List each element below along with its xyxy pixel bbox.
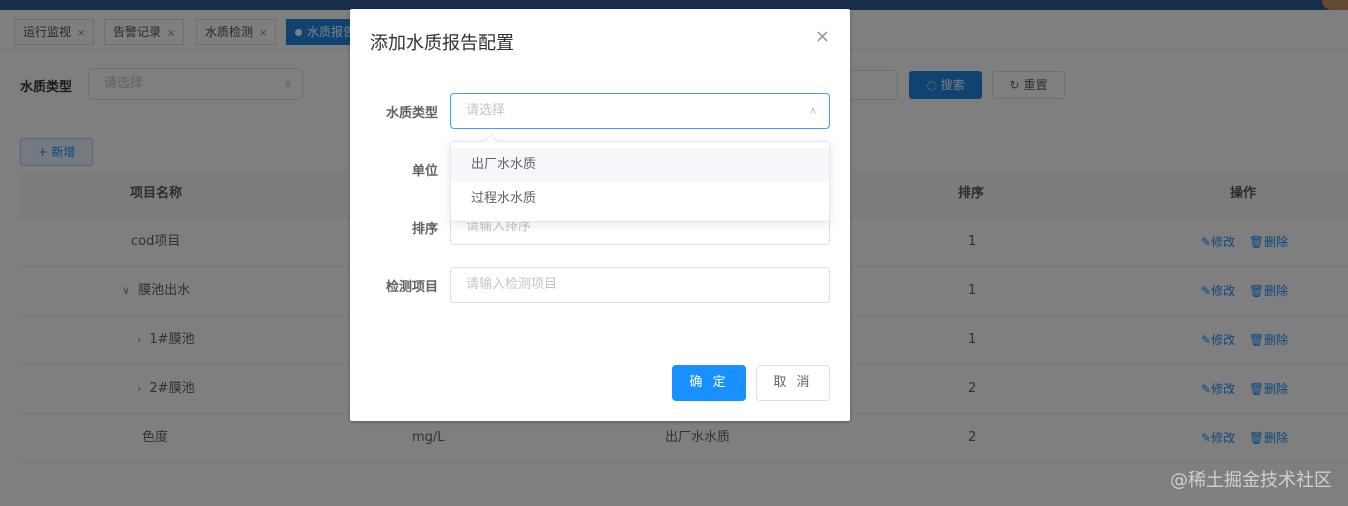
unit-field-label: 单位 xyxy=(411,164,438,179)
select-placeholder: 请选择 xyxy=(466,103,506,118)
order-field-label: 排序 xyxy=(411,222,438,237)
item-input[interactable]: 请输入检测项目 xyxy=(450,267,830,303)
type-field-label: 水质类型 xyxy=(385,106,438,121)
chevron-up-icon: ∧ xyxy=(808,104,817,117)
cancel-button[interactable]: 取 消 xyxy=(756,365,830,401)
watermark-text: @稀土掘金技术社区 xyxy=(1170,470,1332,491)
type-dropdown: 出厂水水质 过程水水质 xyxy=(450,133,830,222)
item-field-label: 检测项目 xyxy=(385,280,438,295)
option-process-water[interactable]: 过程水水质 xyxy=(451,182,829,216)
dialog-title: 添加水质报告配置 xyxy=(370,33,514,54)
input-placeholder: 请输入检测项目 xyxy=(466,277,558,292)
close-icon[interactable]: × xyxy=(815,27,830,47)
confirm-button[interactable]: 确 定 xyxy=(672,365,746,401)
option-outlet-water[interactable]: 出厂水水质 xyxy=(451,148,829,182)
type-select[interactable]: 请选择 ∧ xyxy=(450,93,830,129)
